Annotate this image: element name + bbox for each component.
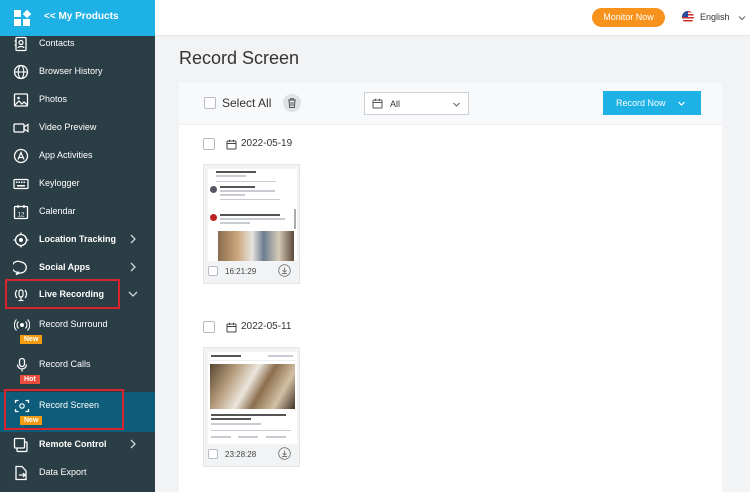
language-selector[interactable]: English (700, 12, 730, 22)
svg-text:12: 12 (18, 213, 25, 219)
sidebar-item-label: Remote Control (39, 439, 107, 449)
sidebar-item-label: Record Surround (39, 319, 108, 329)
us-flag-icon (682, 11, 694, 23)
calendar-icon (226, 322, 237, 333)
page-title: Record Screen (179, 48, 300, 68)
export-icon (13, 465, 29, 481)
new-badge: New (20, 416, 43, 425)
recording-card[interactable]: 16:21:29 (203, 164, 300, 284)
recording-card[interactable]: 23:28:28 (203, 347, 300, 467)
sidebar-item-label: Calendar (39, 206, 76, 216)
group-date: 2022-05-11 (241, 321, 292, 332)
recording-time: 16:21:29 (225, 267, 257, 276)
screenshot-thumbnail[interactable] (208, 169, 297, 261)
sidebar-item-label: Record Calls (39, 359, 91, 369)
sidebar-item-label: Location Tracking (39, 234, 117, 244)
remote-icon (13, 437, 29, 453)
trash-icon (288, 98, 296, 108)
screen-record-icon (14, 398, 30, 414)
top-bar: Monitor Now English (155, 0, 750, 36)
calendar-icon: 12 (13, 204, 29, 220)
sidebar-item-record-calls[interactable]: Record Calls Hot (0, 353, 155, 389)
sidebar-item-remote-control[interactable]: Remote Control (0, 431, 155, 459)
sidebar-item-social-apps[interactable]: Social Apps (0, 254, 155, 282)
screenshot-thumbnail[interactable] (208, 352, 297, 444)
record-now-label: Record Now (616, 98, 666, 108)
live-icon (13, 287, 29, 303)
sidebar-item-keylogger[interactable]: Keylogger (0, 170, 155, 198)
sidebar-item-record-surround[interactable]: Record Surround New (0, 313, 155, 349)
sidebar-item-label: Contacts (39, 38, 75, 48)
chevron-right-icon (127, 261, 139, 273)
location-icon (13, 232, 29, 248)
app-grid-logo-icon[interactable] (14, 9, 31, 26)
toolbar: Select All All Record Now (179, 82, 722, 125)
select-all-label[interactable]: Select All (222, 96, 271, 110)
sidebar-item-app-activities[interactable]: App Activities (0, 142, 155, 170)
delete-button[interactable] (283, 94, 301, 112)
sidebar-item-label: Record Screen (39, 400, 100, 410)
app-store-icon (13, 148, 29, 164)
download-icon[interactable] (278, 264, 291, 277)
sidebar-item-label: Social Apps (39, 262, 91, 272)
sidebar-item-browser-history[interactable]: Browser History (0, 58, 155, 86)
video-icon (13, 120, 29, 136)
hot-badge: Hot (20, 375, 40, 384)
date-group-header: 2022-05-11 (203, 320, 403, 336)
recording-checkbox[interactable] (208, 449, 218, 459)
sidebar-item-label: App Activities (39, 150, 93, 160)
date-group-header: 2022-05-19 (203, 137, 403, 153)
sidebar-item-label: Photos (39, 94, 68, 104)
sidebar-item-label: Live Recording (39, 289, 105, 299)
sidebar-item-calendar[interactable]: 12 Calendar (0, 198, 155, 226)
contacts-icon (13, 36, 29, 52)
keyboard-icon (13, 176, 29, 192)
filter-value: All (390, 99, 401, 109)
globe-icon (13, 64, 29, 80)
monitor-now-button[interactable]: Monitor Now (592, 8, 665, 27)
sidebar-item-photos[interactable]: Photos (0, 86, 155, 114)
chevron-down-icon[interactable] (738, 14, 746, 22)
group-date: 2022-05-19 (241, 138, 293, 149)
select-all-checkbox[interactable] (204, 97, 216, 109)
sidebar-item-video-preview[interactable]: Video Preview (0, 114, 155, 142)
chevron-right-icon (127, 233, 139, 245)
my-products-link[interactable]: << My Products (44, 11, 118, 22)
record-now-button[interactable]: Record Now (603, 91, 701, 115)
chat-bubble-icon (13, 260, 29, 276)
sidebar-item-live-recording[interactable]: Live Recording (0, 281, 155, 309)
sidebar-item-record-screen[interactable]: Record Screen New (0, 392, 155, 432)
date-group-checkbox[interactable] (203, 138, 215, 150)
download-icon[interactable] (278, 447, 291, 460)
sidebar-item-location-tracking[interactable]: Location Tracking (0, 226, 155, 254)
chevron-right-icon (127, 438, 139, 450)
chevron-down-icon (678, 101, 685, 106)
sidebar-item-data-export[interactable]: Data Export (0, 459, 155, 487)
date-filter-select[interactable]: All (364, 92, 469, 115)
date-group-checkbox[interactable] (203, 321, 215, 333)
recordings-panel: Select All All Record Now 2022-05-19 16:… (179, 82, 722, 492)
image-icon (13, 92, 29, 108)
sidebar-item-contacts[interactable]: Contacts (0, 30, 155, 58)
recording-time: 23:28:28 (225, 450, 257, 459)
calendar-icon (226, 139, 237, 150)
recording-checkbox[interactable] (208, 266, 218, 276)
sidebar: << My Products Contacts Browser History … (0, 0, 155, 492)
sidebar-item-label: Video Preview (39, 122, 97, 132)
sidebar-item-label: Data Export (39, 467, 87, 477)
new-badge: New (20, 335, 43, 344)
surround-icon (14, 317, 30, 333)
chevron-down-icon (127, 288, 139, 300)
sidebar-item-label: Browser History (39, 66, 103, 76)
chevron-down-icon (453, 102, 460, 107)
microphone-icon (14, 357, 30, 373)
calendar-icon (372, 98, 383, 109)
sidebar-item-label: Keylogger (39, 178, 80, 188)
